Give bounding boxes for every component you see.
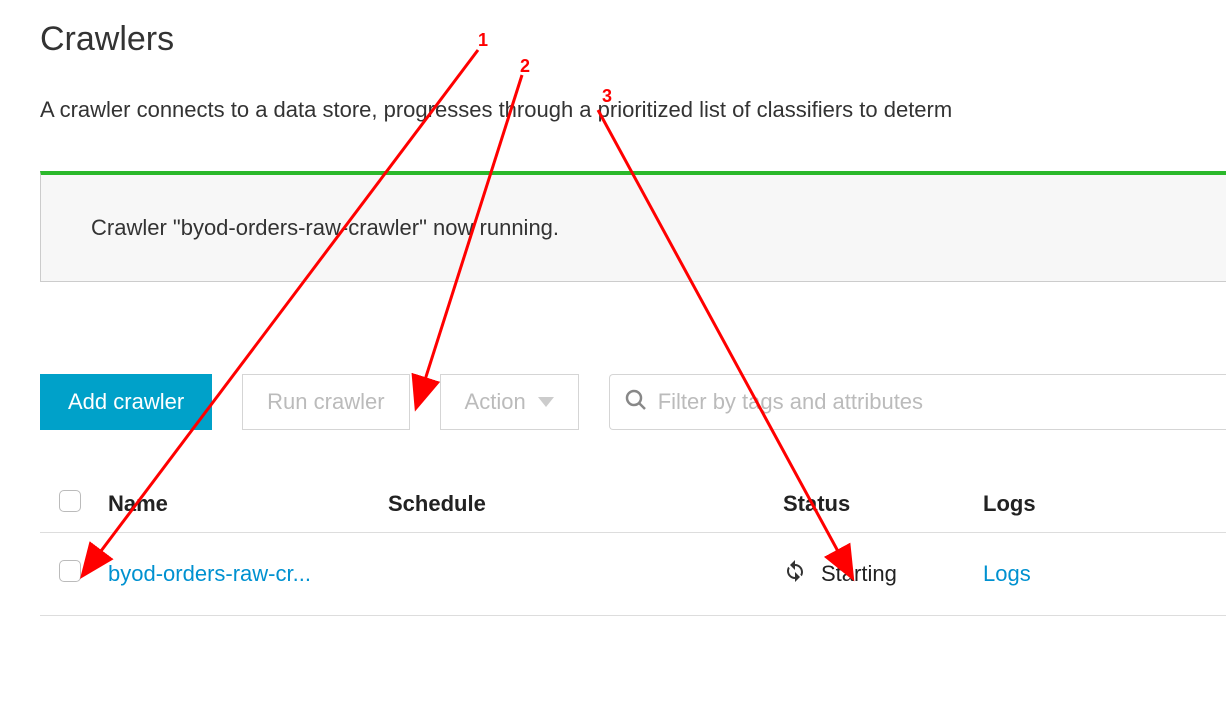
crawler-name-link[interactable]: byod-orders-raw-cr...	[108, 561, 311, 586]
toolbar: Add crawler Run crawler Action	[40, 374, 1226, 430]
action-dropdown-button[interactable]: Action	[440, 374, 579, 430]
notice-suffix: now running.	[433, 215, 559, 240]
row-checkbox[interactable]	[59, 560, 81, 582]
notice-crawler-name: "byod-orders-raw-crawler"	[173, 215, 427, 240]
action-label: Action	[465, 389, 526, 415]
row-schedule	[380, 533, 775, 616]
table-row: byod-orders-raw-cr... Starting Logs	[40, 533, 1226, 616]
select-all-checkbox[interactable]	[59, 490, 81, 512]
col-status: Status	[775, 476, 975, 533]
annotation-label-3: 3	[602, 86, 612, 107]
refresh-icon	[783, 559, 807, 589]
annotation-label-2: 2	[520, 56, 530, 77]
status-notice: Crawler "byod-orders-raw-crawler" now ru…	[40, 171, 1226, 282]
annotation-label-1: 1	[478, 30, 488, 51]
logs-link[interactable]: Logs	[983, 561, 1031, 586]
crawlers-table: Name Schedule Status Logs byod-orders-ra…	[40, 476, 1226, 616]
col-logs: Logs	[975, 476, 1226, 533]
select-all-header	[40, 476, 100, 533]
status-text: Starting	[821, 561, 897, 587]
search-icon	[624, 388, 648, 417]
status-cell: Starting	[783, 559, 967, 589]
page-title: Crawlers	[40, 20, 1226, 59]
run-crawler-button[interactable]: Run crawler	[242, 374, 409, 430]
col-schedule: Schedule	[380, 476, 775, 533]
chevron-down-icon	[538, 397, 554, 407]
col-name: Name	[100, 476, 380, 533]
search-input[interactable]	[658, 389, 1212, 415]
page-description: A crawler connects to a data store, prog…	[40, 97, 1226, 123]
search-container	[609, 374, 1226, 430]
add-crawler-button[interactable]: Add crawler	[40, 374, 212, 430]
notice-prefix: Crawler	[91, 215, 173, 240]
